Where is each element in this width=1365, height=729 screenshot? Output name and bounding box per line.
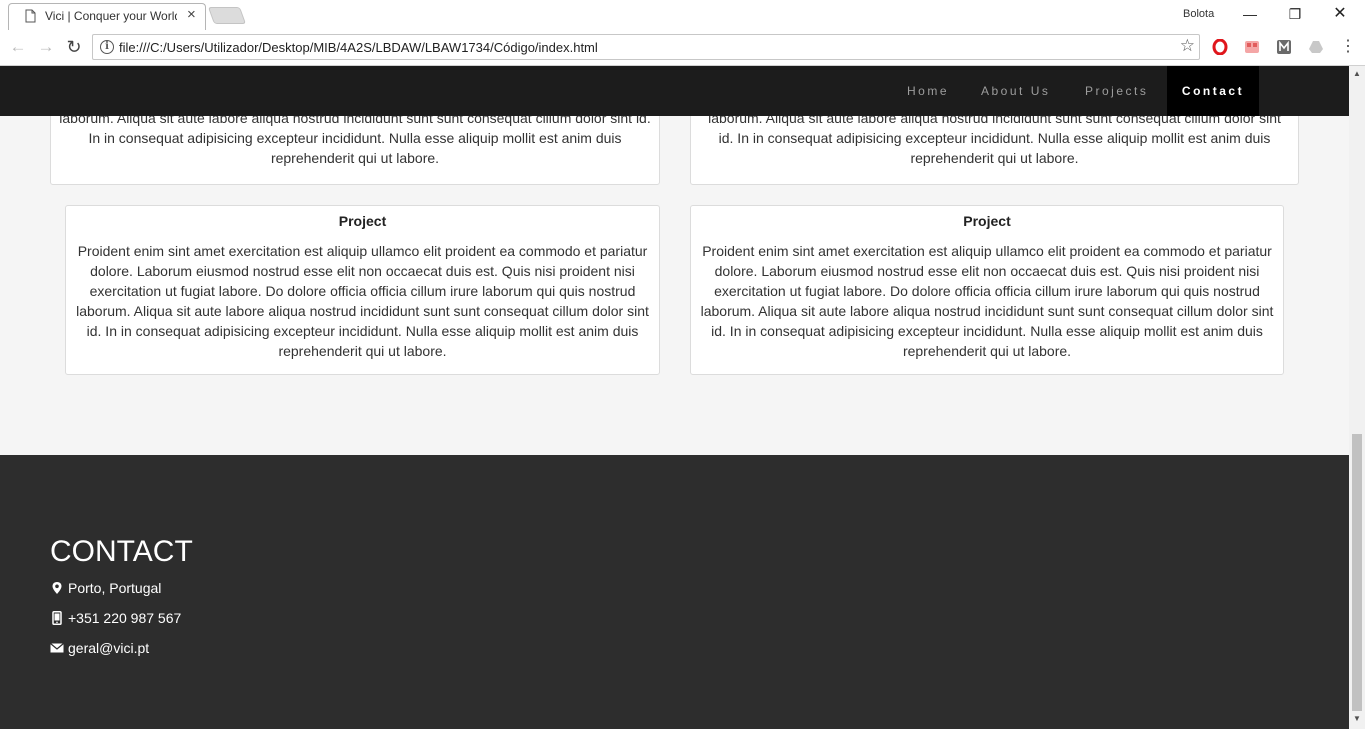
new-tab-button[interactable] — [207, 7, 247, 24]
browser-tab-strip: Vici | Conquer your World × Bolota — ❐ ✕ — [0, 0, 1365, 30]
site-navbar: Home About Us Projects Contact — [0, 66, 1349, 116]
pinky-extension-icon[interactable] — [1244, 39, 1260, 55]
nav-home[interactable]: Home — [907, 66, 949, 116]
nav-about-us[interactable]: About Us — [981, 66, 1050, 116]
contact-email-text[interactable]: geral@vici.pt — [68, 640, 149, 656]
tab-title: Vici | Conquer your World — [45, 9, 177, 23]
restore-button[interactable]: ❐ — [1275, 2, 1315, 26]
scrollbar-thumb[interactable] — [1352, 434, 1362, 711]
profile-name[interactable]: Bolota — [1183, 8, 1214, 20]
contact-phone: +351 220 987 567 — [50, 610, 181, 626]
mailvelope-extension-icon[interactable] — [1276, 39, 1292, 55]
reload-icon[interactable]: ↻ — [64, 37, 84, 57]
project-card-title: Project — [338, 213, 387, 229]
forward-arrow-icon[interactable]: → — [36, 37, 56, 57]
project-card-body: laborum. Aliqua sit aute labore aliqua n… — [708, 110, 1281, 166]
contact-footer: CONTACT Porto, Portugal +351 220 987 567… — [0, 455, 1349, 729]
address-bar[interactable]: i file:///C:/Users/Utilizador/Desktop/MI… — [92, 34, 1200, 60]
envelope-icon — [50, 643, 64, 653]
nav-projects[interactable]: Projects — [1085, 66, 1148, 116]
tab-close-icon[interactable]: × — [187, 7, 196, 23]
nav-contact[interactable]: Contact — [1167, 66, 1259, 116]
scroll-down-arrow-icon[interactable]: ▼ — [1353, 714, 1361, 723]
menu-kebab-icon[interactable]: ⋮ — [1338, 37, 1358, 57]
page-viewport: Home About Us Projects Contact laborum. … — [0, 66, 1349, 729]
contact-address: Porto, Portugal — [50, 580, 161, 596]
close-window-button[interactable]: ✕ — [1320, 2, 1360, 26]
page-scrollbar[interactable]: ▲ ▼ — [1349, 66, 1365, 729]
bookmark-star-icon[interactable]: ☆ — [1180, 36, 1195, 56]
project-card-title: Project — [963, 213, 1011, 229]
map-marker-icon — [52, 582, 62, 594]
contact-phone-text[interactable]: +351 220 987 567 — [68, 610, 181, 626]
page-icon — [25, 9, 36, 23]
project-card: Project Proident enim sint amet exercita… — [65, 205, 660, 375]
project-card: Project Proident enim sint amet exercita… — [690, 205, 1284, 375]
browser-toolbar: ← → ↻ i file:///C:/Users/Utilizador/Desk… — [0, 30, 1365, 66]
phone-icon — [52, 611, 62, 625]
contact-email: geral@vici.pt — [50, 640, 149, 656]
browser-tab[interactable]: Vici | Conquer your World × — [8, 3, 206, 30]
scroll-up-arrow-icon[interactable]: ▲ — [1353, 69, 1361, 78]
minimize-button[interactable]: — — [1230, 2, 1270, 26]
opera-extension-icon[interactable] — [1212, 39, 1228, 55]
project-card-body: laborum. Aliqua sit aute labore aliqua n… — [59, 110, 651, 166]
contact-heading: CONTACT — [50, 535, 193, 568]
contact-address-text: Porto, Portugal — [68, 580, 162, 596]
project-card-body: Proident enim sint amet exercitation est… — [76, 243, 649, 359]
project-card-body: Proident enim sint amet exercitation est… — [700, 243, 1274, 359]
info-icon[interactable]: i — [100, 40, 114, 54]
back-arrow-icon[interactable]: ← — [8, 37, 28, 57]
url-text[interactable]: file:///C:/Users/Utilizador/Desktop/MIB/… — [119, 40, 598, 55]
drive-extension-icon[interactable] — [1308, 39, 1324, 55]
